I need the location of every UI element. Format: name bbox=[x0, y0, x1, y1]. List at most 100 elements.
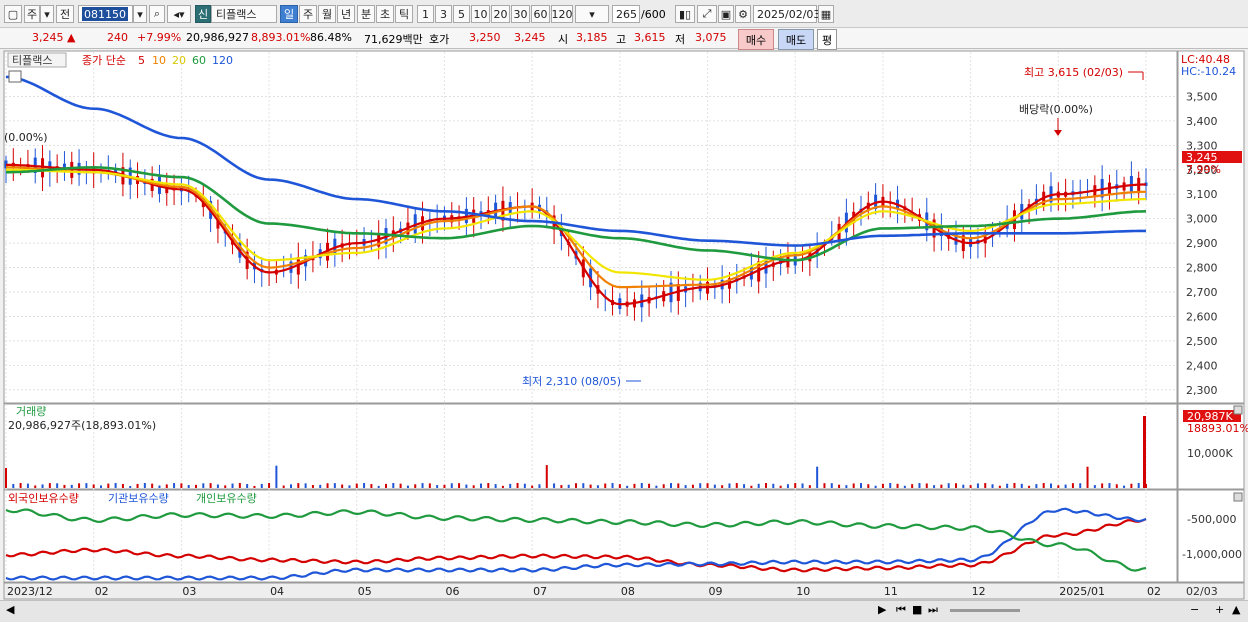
volume-bar bbox=[187, 484, 190, 488]
interval-3[interactable]: 3 bbox=[435, 5, 452, 23]
interval-30[interactable]: 30 bbox=[511, 5, 530, 23]
y-tick-label: 2,800 bbox=[1186, 262, 1218, 275]
interval-10[interactable]: 10 bbox=[471, 5, 490, 23]
period-month[interactable]: 월 bbox=[318, 5, 336, 23]
volume-bar bbox=[838, 484, 841, 488]
volume-bar bbox=[662, 484, 665, 488]
hoga-label: 호가 bbox=[429, 33, 450, 46]
legend-ma-60: 60 bbox=[192, 54, 206, 67]
volume-bar bbox=[984, 483, 987, 488]
volume-bar bbox=[392, 483, 395, 488]
period-week[interactable]: 주 bbox=[299, 5, 317, 23]
stock-code-input[interactable]: 081150 bbox=[78, 5, 133, 23]
volume-bar bbox=[1013, 483, 1016, 488]
gear-icon[interactable]: ⚙ bbox=[735, 5, 751, 23]
zoom-out-icon[interactable]: − bbox=[1190, 603, 1199, 616]
interval-1[interactable]: 1 bbox=[417, 5, 434, 23]
interval-20[interactable]: 20 bbox=[491, 5, 510, 23]
volume-bar bbox=[779, 485, 782, 488]
calendar-icon[interactable]: ▦ bbox=[818, 5, 834, 23]
sell-button[interactable]: 매도 bbox=[778, 29, 814, 50]
trade-amount: 71,629백만 bbox=[364, 33, 423, 46]
grid-toggle-icon[interactable] bbox=[8, 70, 22, 83]
period-year[interactable]: 년 bbox=[337, 5, 355, 23]
holdings-y-tick-500k: -500,000 bbox=[1187, 513, 1236, 526]
count-input[interactable]: 265 bbox=[612, 5, 640, 23]
volume-bar bbox=[816, 466, 819, 488]
volume-bar bbox=[56, 483, 59, 488]
chevron-down-icon[interactable]: ▾ bbox=[40, 5, 54, 23]
volume-bar bbox=[450, 483, 453, 488]
holdings-close-icon[interactable] bbox=[1233, 492, 1243, 502]
x-tick-label: 06 bbox=[445, 585, 459, 598]
chart-tool-icon[interactable]: ⤢ bbox=[697, 5, 717, 23]
period-tick[interactable]: 틱 bbox=[395, 5, 413, 23]
volume-bar bbox=[903, 485, 906, 488]
save-icon[interactable]: ▣ bbox=[718, 5, 734, 23]
holdings-axis-bg bbox=[1177, 489, 1245, 583]
stock-name-field[interactable]: 티플랙스 bbox=[211, 5, 277, 23]
interval-5[interactable]: 5 bbox=[453, 5, 470, 23]
x-tick-label: 2025/01 bbox=[1059, 585, 1105, 598]
volume-bar bbox=[889, 483, 892, 488]
prev-button[interactable]: 전 bbox=[56, 5, 74, 23]
volume-bar bbox=[501, 485, 504, 488]
x-tick-label: 09 bbox=[709, 585, 723, 598]
volume-bar bbox=[713, 484, 716, 488]
chart-scrollbar[interactable]: ◀ ▶ ⏮ ■ ⏭ − + ▲ bbox=[0, 600, 1248, 622]
stock-code-value: 081150 bbox=[82, 7, 128, 21]
stop-icon[interactable]: ■ bbox=[912, 603, 922, 616]
average-button[interactable]: 평 bbox=[817, 29, 837, 50]
volume-bar bbox=[275, 465, 278, 488]
volume-bar bbox=[377, 485, 380, 488]
period-minute[interactable]: 분 bbox=[357, 5, 375, 23]
volume-close-icon[interactable] bbox=[1233, 405, 1243, 415]
volume-bar bbox=[721, 485, 724, 488]
custom-interval-select[interactable]: ▾ bbox=[575, 5, 609, 23]
speaker-icon[interactable]: ◂▾ bbox=[167, 5, 191, 23]
volume-bar bbox=[896, 483, 899, 488]
interval-120[interactable]: 120 bbox=[551, 5, 573, 23]
volume-bar bbox=[852, 483, 855, 488]
volume-bar bbox=[1035, 484, 1038, 488]
legend-stock-name: 티플랙스 bbox=[12, 54, 52, 67]
volume-bar bbox=[743, 484, 746, 488]
scroll-left-icon[interactable]: ◀ bbox=[6, 603, 14, 616]
volume-bar bbox=[509, 483, 512, 488]
period-day[interactable]: 일 bbox=[280, 5, 298, 23]
volume-bar bbox=[311, 485, 314, 488]
last-icon[interactable]: ⏭ bbox=[928, 603, 938, 617]
volume-bar bbox=[19, 483, 22, 488]
volume-bar bbox=[238, 483, 241, 488]
date-input[interactable]: 2025/02/03 bbox=[753, 5, 820, 23]
scroll-right-icon[interactable]: ▶ bbox=[878, 603, 886, 616]
volume-bar bbox=[604, 483, 607, 488]
legend-ma-label: 종가 단순 bbox=[82, 54, 126, 67]
market-selector[interactable]: 주 bbox=[24, 5, 40, 23]
volume-bar bbox=[582, 483, 585, 488]
window-icon[interactable]: ▢ bbox=[4, 5, 22, 23]
code-dropdown-icon[interactable]: ▾ bbox=[133, 5, 147, 23]
volume-bar bbox=[860, 483, 862, 488]
volume-bar bbox=[655, 485, 658, 488]
first-icon[interactable]: ⏮ bbox=[896, 603, 906, 617]
volume-bar bbox=[933, 485, 936, 488]
volume: 20,986,927 bbox=[186, 31, 249, 44]
volume-bar bbox=[1101, 483, 1104, 488]
candle-type-icon[interactable]: ▮▯ bbox=[675, 5, 695, 23]
volume-bar bbox=[34, 485, 37, 488]
legend-foreign: 외국인보유수량 bbox=[8, 492, 79, 505]
low-annotation: 최저 2,310 (08/05) bbox=[522, 375, 621, 388]
volume-bar bbox=[406, 485, 409, 488]
volume-bar bbox=[63, 484, 66, 488]
volume-badge-pct: 18893.01% bbox=[1187, 422, 1248, 435]
period-second[interactable]: 초 bbox=[376, 5, 394, 23]
triangle-up-icon[interactable]: ▲ bbox=[1232, 603, 1240, 616]
zoom-in-icon[interactable]: + bbox=[1215, 603, 1224, 616]
zoom-slider[interactable] bbox=[950, 609, 1020, 612]
current-price: 3,245 bbox=[32, 31, 64, 44]
search-icon[interactable]: ⌕ bbox=[149, 5, 165, 23]
buy-button[interactable]: 매수 bbox=[738, 29, 774, 50]
chart-area[interactable]: 3,5003,4003,3003,2003,1003,0002,9002,800… bbox=[0, 50, 1248, 600]
interval-60[interactable]: 60 bbox=[531, 5, 550, 23]
